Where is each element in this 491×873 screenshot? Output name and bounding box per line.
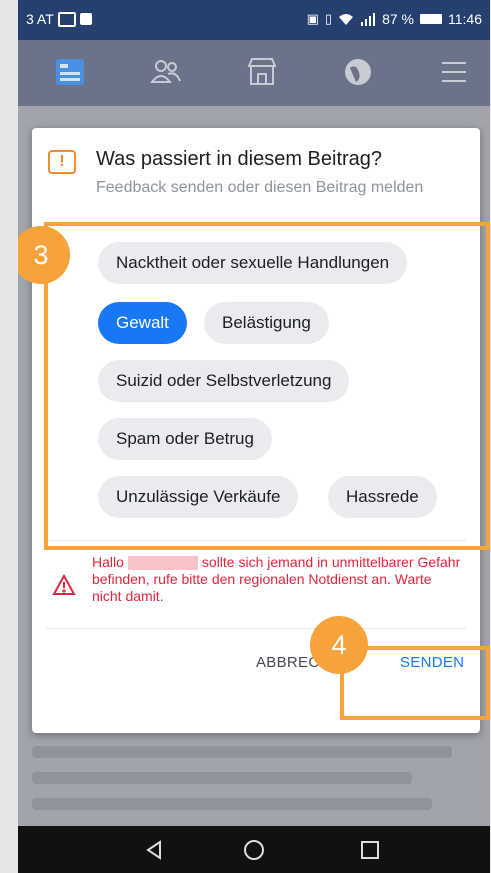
cast-icon (57, 11, 76, 27)
friends-icon[interactable] (148, 54, 184, 90)
signal-icon (361, 12, 376, 26)
battery-percent: 87 % (382, 11, 414, 27)
highlight-options-box (44, 222, 490, 550)
home-icon[interactable] (242, 838, 266, 862)
alert-greeting: Hallo (92, 554, 124, 570)
system-nav-bar (18, 826, 490, 873)
redacted-name (127, 556, 198, 571)
blurred-post-line (32, 746, 452, 758)
carrier-label: 3 AT (26, 11, 54, 27)
status-bar: 3 AT ▣ ▯ 87 % 11:46 (18, 0, 490, 40)
vibrate-icon: ▯ (324, 11, 333, 26)
dialog-title: Was passiert in diesem Beitrag? (96, 148, 383, 170)
menu-icon[interactable] (436, 54, 472, 90)
phone-screen: 3 AT ▣ ▯ 87 % 11:46 ! Was passiert in di… (18, 0, 490, 873)
step-badge-4: 4 (310, 616, 368, 674)
marketplace-icon[interactable] (244, 54, 280, 90)
photo-notification-icon (79, 13, 92, 25)
alert-text: Hallo sollte sich jemand in unmittelbarer… (92, 554, 462, 605)
divider (46, 628, 466, 629)
blurred-post-line (32, 798, 432, 810)
recents-icon[interactable] (358, 838, 382, 862)
battery-icon (420, 14, 442, 24)
back-icon[interactable] (142, 838, 166, 862)
nfc-icon: ▣ (306, 11, 319, 26)
blurred-post-line (32, 772, 412, 784)
clock: 11:46 (448, 11, 482, 27)
dialog-subtitle: Feedback senden oder diesen Beitrag meld… (96, 179, 424, 196)
app-nav-bar (18, 40, 490, 106)
wifi-icon (339, 14, 354, 25)
news-feed-icon[interactable] (52, 54, 88, 90)
warning-triangle-icon (52, 574, 76, 595)
warning-icon: ! (48, 150, 76, 174)
globe-icon[interactable] (340, 54, 376, 90)
